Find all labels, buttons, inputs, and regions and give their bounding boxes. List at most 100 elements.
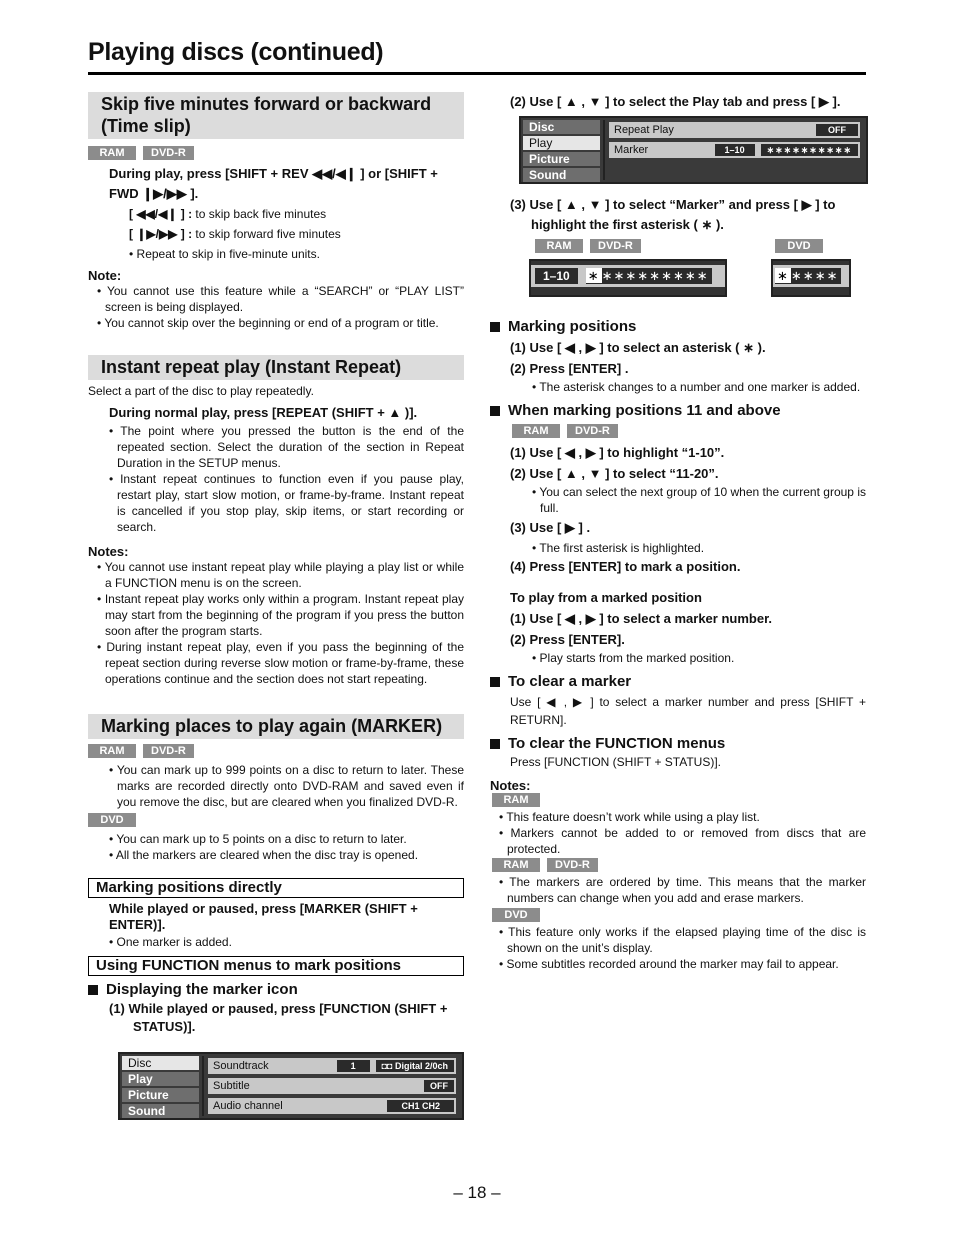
osd-tab-picture[interactable]: Picture [523, 152, 600, 166]
tag-dvd-r: DVD-R [143, 146, 194, 160]
highlighted-asterisk[interactable]: ∗ [775, 268, 791, 283]
skip-forward-key: [ ❙▶/▶▶ ] : [129, 227, 193, 241]
function-step-1: (1) While played or paused, press [FUNCT… [109, 1001, 448, 1034]
display-marker-icon-heading: Displaying the marker icon [88, 980, 464, 1000]
clear-function-text: Press [FUNCTION (SHIFT + STATUS)]. [510, 755, 722, 769]
osd-tab-sound[interactable]: Sound [523, 168, 600, 182]
marking-directly-heading: Marking positions directly [88, 878, 464, 898]
skip-back-text: to skip back five minutes [192, 207, 327, 221]
osd-tab-picture[interactable]: Picture [122, 1088, 199, 1102]
right-column: (2) Use [ ▲ , ▼ ] to select the Play tab… [490, 92, 868, 972]
asterisk-row: ∗ ∗∗∗∗ [775, 268, 842, 284]
notes-ram-tag: RAM [492, 793, 866, 807]
marking-bullet: • The asterisk changes to a number and o… [532, 380, 861, 394]
clear-marker-heading: To clear a marker [490, 672, 866, 692]
skip-back-line: [ ◀◀/◀❙ ] : to skip back five minutes [129, 204, 464, 224]
soundtrack-number: 1 [336, 1060, 370, 1072]
tag-dvd-r: DVD-R [143, 744, 194, 758]
marking-positions-label: Marking positions [508, 318, 637, 335]
marker-asterisks: ∗∗∗∗∗∗∗∗∗∗ [760, 144, 858, 156]
above-11-bullet-2: • You can select the next group of 10 wh… [532, 485, 866, 515]
osd-tabs: Disc Play Picture Sound [523, 120, 605, 182]
asterisks[interactable]: ∗∗∗∗∗∗∗∗∗ [602, 268, 709, 283]
highlighted-asterisk[interactable]: ∗ [585, 268, 602, 283]
marking-directly-instruction: While played or paused, press [MARKER (S… [109, 901, 418, 932]
instant-repeat-note: • Instant repeat play works only within … [97, 592, 464, 638]
tag-dvd: DVD [88, 813, 136, 827]
marker-strip-row: 1–10 ∗ ∗∗∗∗∗∗∗∗∗ [531, 265, 725, 287]
left-column: Skip five minutes forward or backward (T… [88, 92, 464, 1120]
osd-row-subtitle[interactable]: Subtitle OFF [208, 1078, 456, 1094]
osd-tab-disc[interactable]: Disc [122, 1056, 199, 1070]
marker-ram-bullet: • You can mark up to 999 points on a dis… [109, 763, 464, 809]
marker-dvd-tags: DVD [88, 813, 464, 827]
tag-ram: RAM [492, 858, 540, 872]
square-bullet-icon [490, 739, 500, 749]
marking-step-1: (1) Use [ ◀ , ▶ ] to select an asterisk … [510, 340, 766, 355]
above-11-step-2: (2) Use [ ▲ , ▼ ] to select “11-20”. [510, 466, 719, 481]
osd-tab-play[interactable]: Play [523, 136, 600, 150]
function-menu-disc: Disc Play Picture Sound Soundtrack 1 ◘◘ … [118, 1052, 464, 1120]
tag-dvd: DVD [492, 908, 540, 922]
instant-repeat-note: • You cannot use instant repeat play whi… [97, 560, 464, 590]
tag-ram: RAM [492, 793, 540, 807]
tag-ram: RAM [88, 146, 136, 160]
tag-dvd-r: DVD-R [567, 424, 618, 438]
asterisks[interactable]: ∗∗∗∗ [791, 268, 839, 283]
marker-dvd-bullet: • You can mark up to 5 points on a disc … [109, 832, 407, 846]
clear-function-label: To clear the FUNCTION menus [508, 735, 726, 752]
marker-strip-row: ∗ ∗∗∗∗ [773, 265, 849, 287]
right-notes-heading: Notes: [490, 778, 531, 793]
clear-marker-label: To clear a marker [508, 673, 632, 690]
function-menus-heading: Using FUNCTION menus to mark positions [88, 956, 464, 976]
play-from-step-2: (2) Press [ENTER]. [510, 632, 625, 647]
time-slip-note: • You cannot skip over the beginning or … [97, 316, 439, 330]
instant-repeat-bullet: • Instant repeat continues to function e… [109, 472, 464, 534]
marking-directly-bullet: • One marker is added. [109, 935, 232, 949]
time-slip-heading: Skip five minutes forward or backward (T… [88, 92, 464, 139]
square-bullet-icon [490, 406, 500, 416]
function-step-2: (2) Use [ ▲ , ▼ ] to select the Play tab… [510, 94, 841, 109]
osd-row-label: Repeat Play [614, 124, 674, 136]
instant-repeat-bullet: • The point where you pressed the button… [109, 424, 464, 470]
osd-row-label: Subtitle [213, 1080, 250, 1092]
marker-strips: RAM DVD-R DVD 1–10 ∗ ∗∗∗∗∗∗∗∗∗ ∗ ∗∗∗∗ [490, 239, 866, 303]
marker-heading: Marking places to play again (MARKER) [88, 714, 464, 739]
osd-tab-sound[interactable]: Sound [122, 1104, 199, 1118]
instant-repeat-heading: Instant repeat play (Instant Repeat) [88, 355, 464, 380]
osd-row-audio-channel[interactable]: Audio channel CH1 CH2 [208, 1098, 456, 1114]
time-slip-note-heading: Note: [88, 268, 122, 283]
tag-ram: RAM [88, 744, 136, 758]
osd-row-repeat-play[interactable]: Repeat Play OFF [609, 122, 860, 138]
above-11-tags: RAM DVD-R [512, 424, 866, 438]
display-marker-icon-label: Displaying the marker icon [106, 981, 298, 998]
marking-step-2: (2) Press [ENTER] . [510, 361, 629, 376]
notes-ram-bullet: • Markers cannot be added to or removed … [499, 826, 866, 856]
marker-range: 1–10 [714, 144, 755, 156]
above-11-step-1: (1) Use [ ◀ , ▶ ] to highlight “1-10”. [510, 445, 725, 460]
notes-ramdvdr-bullet: • The markers are ordered by time. This … [499, 875, 866, 905]
title-rule [88, 72, 866, 75]
play-from-step-1: (1) Use [ ◀ , ▶ ] to select a marker num… [510, 611, 773, 626]
time-slip-instruction: During play, press [SHIFT + REV ◀◀/◀❙ ] … [109, 166, 438, 201]
notes-dvd-bullet: • This feature only works if the elapsed… [499, 925, 866, 955]
osd-row-marker[interactable]: Marker 1–10 ∗∗∗∗∗∗∗∗∗∗ [609, 142, 860, 158]
osd-tab-disc[interactable]: Disc [523, 120, 600, 134]
skip-back-key: [ ◀◀/◀❙ ] : [129, 207, 193, 221]
osd-row-label: Audio channel [213, 1100, 283, 1112]
subtitle-value: OFF [424, 1080, 454, 1092]
audio-channel-value: CH1 CH2 [387, 1100, 454, 1112]
page-title: Playing discs (continued) [88, 38, 384, 66]
osd-row-soundtrack[interactable]: Soundtrack 1 ◘◘ Digital 2/0ch [208, 1058, 456, 1074]
above-11-bullet-3: • The first asterisk is highlighted. [532, 541, 705, 555]
marker-range: 1–10 [535, 268, 578, 284]
osd-tabs: Disc Play Picture Sound [122, 1056, 204, 1118]
notes-ramdvdr-tags: RAM DVD-R [492, 858, 866, 872]
osd-tab-play[interactable]: Play [122, 1072, 199, 1086]
square-bullet-icon [490, 677, 500, 687]
above-11-label: When marking positions 11 and above [508, 402, 781, 419]
function-menu-play: Disc Play Picture Sound Repeat Play OFF … [519, 116, 868, 184]
tag-ram: RAM [535, 239, 583, 253]
osd-row-label: Marker [614, 144, 649, 156]
osd-rows: Soundtrack 1 ◘◘ Digital 2/0ch Subtitle O… [204, 1056, 460, 1116]
